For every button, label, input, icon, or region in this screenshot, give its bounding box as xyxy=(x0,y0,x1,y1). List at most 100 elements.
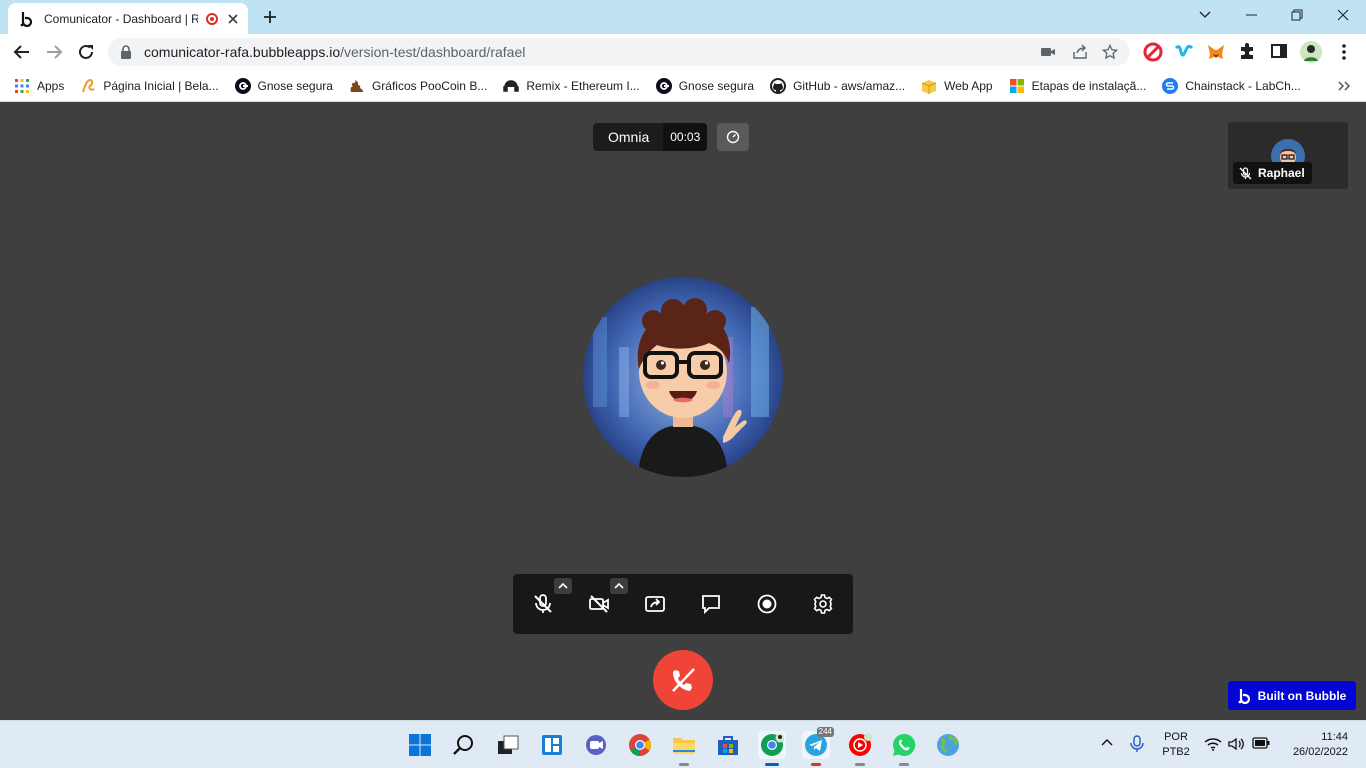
recording-indicator-icon xyxy=(206,12,218,25)
gnose-icon xyxy=(655,77,672,94)
lastpass-extension-icon[interactable] xyxy=(1143,42,1163,62)
settings-button[interactable] xyxy=(809,590,837,618)
keyboard-layout: PTB2 xyxy=(1162,746,1190,758)
chrome-taskbar-button[interactable] xyxy=(626,731,654,759)
built-on-bubble-badge[interactable]: Built on Bubble xyxy=(1228,681,1356,710)
running-indicator xyxy=(855,763,865,766)
bookmark-star-icon[interactable] xyxy=(1102,44,1118,60)
show-hidden-icons-chevron-icon[interactable] xyxy=(1100,737,1114,747)
windows-icon xyxy=(1009,78,1025,94)
chrome-profile-icon xyxy=(760,733,784,757)
input-language-indicator[interactable]: POR PTB2 xyxy=(1160,730,1192,760)
address-bar[interactable]: comunicator-rafa.bubbleapps.io/version-t… xyxy=(108,38,1130,66)
chevron-up-icon xyxy=(558,583,568,589)
extensions-puzzle-icon[interactable] xyxy=(1238,42,1258,62)
github-icon xyxy=(770,77,787,94)
restore-button[interactable] xyxy=(1274,0,1320,30)
bookmark-chainstack[interactable]: Chainstack - LabCh... xyxy=(1162,77,1301,94)
widgets-button[interactable] xyxy=(538,731,566,759)
bookmark-label: Etapas de instalaçã... xyxy=(1031,78,1147,93)
browser-tab[interactable]: Comunicator - Dashboard | R xyxy=(8,3,248,34)
windows-start-icon xyxy=(408,733,432,757)
bookmark-etapas[interactable]: Etapas de instalaçã... xyxy=(1009,78,1147,94)
maps-app-button[interactable] xyxy=(934,731,962,759)
metamask-extension-icon[interactable] xyxy=(1206,42,1226,62)
bookmark-bela[interactable]: Página Inicial | Bela... xyxy=(80,78,219,94)
record-icon xyxy=(756,593,778,615)
task-view-button[interactable] xyxy=(494,731,522,759)
whatsapp-button[interactable] xyxy=(890,731,918,766)
bookmark-label: Gnose segura xyxy=(257,78,333,93)
battery-icon[interactable] xyxy=(1252,737,1270,749)
bookmark-gnose-1[interactable]: Gnose segura xyxy=(234,77,333,94)
gear-icon xyxy=(812,593,834,615)
participant-thumbnail[interactable]: Raphael xyxy=(1228,122,1348,189)
telegram-button[interactable]: 244 xyxy=(802,727,834,766)
toggle-microphone-button[interactable] xyxy=(529,590,557,618)
call-stage: Omnia 00:03 Raphael Built on Bubble xyxy=(0,102,1366,720)
tab-search-icon[interactable] xyxy=(1182,0,1228,30)
start-button[interactable] xyxy=(406,731,434,759)
side-panel-icon[interactable] xyxy=(1270,42,1290,62)
teams-chat-button[interactable] xyxy=(582,731,610,759)
bubble-favicon-icon xyxy=(20,11,36,27)
bookmark-remix[interactable]: Remix - Ethereum I... xyxy=(503,78,640,94)
clock-date: 26/02/2022 xyxy=(1292,746,1348,758)
gnose-icon xyxy=(234,77,251,94)
profile-avatar[interactable] xyxy=(1300,41,1322,63)
toggle-camera-button[interactable] xyxy=(585,590,613,618)
room-info: Omnia 00:03 xyxy=(593,123,708,151)
reload-button[interactable] xyxy=(74,40,98,64)
file-explorer-button[interactable] xyxy=(670,731,698,766)
store-button[interactable] xyxy=(714,731,742,759)
taskbar-search-button[interactable] xyxy=(450,731,478,759)
running-indicator xyxy=(811,763,821,766)
camera-in-use-icon[interactable] xyxy=(1040,44,1056,60)
bookmark-label: Chainstack - LabCh... xyxy=(1185,78,1301,93)
search-icon xyxy=(452,733,476,757)
screen-share-button[interactable] xyxy=(641,590,669,618)
screen-share-icon xyxy=(644,593,666,615)
camera-options-button[interactable] xyxy=(610,578,628,594)
package-icon xyxy=(921,78,937,94)
room-name: Omnia xyxy=(608,129,650,145)
mic-off-icon xyxy=(532,593,554,615)
browser-menu-icon[interactable] xyxy=(1334,42,1354,62)
share-icon[interactable] xyxy=(1072,44,1088,60)
badge-label: Built on Bubble xyxy=(1257,688,1347,703)
participant-name-tag: Raphael xyxy=(1233,162,1312,184)
bookmark-apps[interactable]: Apps xyxy=(14,78,64,94)
vimeo-extension-icon[interactable] xyxy=(1174,42,1194,62)
close-window-button[interactable] xyxy=(1320,0,1366,30)
bookmark-github[interactable]: GitHub - aws/amaz... xyxy=(770,77,906,94)
new-tab-button[interactable] xyxy=(258,5,282,29)
forward-button[interactable] xyxy=(42,40,66,64)
hang-up-button[interactable] xyxy=(653,650,713,710)
bookmark-label: GitHub - aws/amaz... xyxy=(793,78,906,93)
gauge-icon xyxy=(726,130,740,144)
bubble-logo-icon xyxy=(1238,688,1252,704)
chrome-icon xyxy=(628,733,652,757)
close-tab-icon[interactable] xyxy=(226,12,240,26)
chrome-profile-button[interactable] xyxy=(758,731,786,766)
wifi-icon[interactable] xyxy=(1204,737,1222,751)
bookmark-webapp[interactable]: Web App xyxy=(921,78,993,94)
clock-time: 11:44 xyxy=(1321,731,1348,743)
bookmark-gnose-2[interactable]: Gnose segura xyxy=(655,77,754,94)
network-stats-button[interactable] xyxy=(717,123,749,151)
phone-hangup-icon xyxy=(667,664,699,696)
microphone-options-button[interactable] xyxy=(554,578,572,594)
bookmarks-overflow-icon[interactable] xyxy=(1336,78,1352,94)
youtube-music-button[interactable] xyxy=(846,731,874,766)
back-button[interactable] xyxy=(10,40,34,64)
chat-button[interactable] xyxy=(697,590,725,618)
remix-icon xyxy=(503,78,520,94)
microphone-tray-icon[interactable] xyxy=(1130,735,1144,753)
record-button[interactable] xyxy=(753,590,781,618)
apps-grid-icon xyxy=(14,78,30,94)
minimize-button[interactable] xyxy=(1228,0,1274,30)
volume-icon[interactable] xyxy=(1228,737,1244,751)
lock-icon xyxy=(120,45,132,59)
clock[interactable]: 11:44 26/02/2022 xyxy=(1280,730,1348,760)
bookmark-poocoin[interactable]: Gráficos PooCoin B... xyxy=(349,78,487,94)
